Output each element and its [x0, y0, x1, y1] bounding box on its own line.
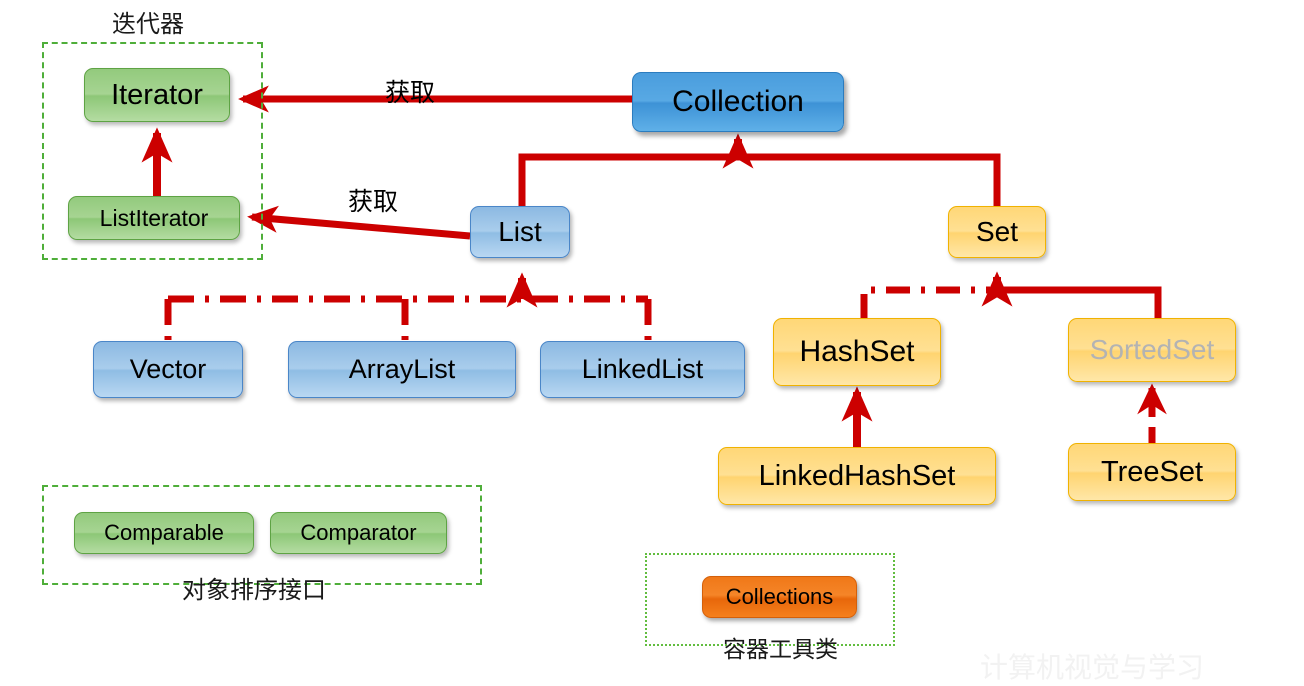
edge-set-to-collection — [738, 153, 1001, 206]
edge-label-collection-to-iterator: 获取 — [385, 78, 436, 107]
node-collection[interactable]: Collection — [632, 72, 844, 132]
node-linkedlist[interactable]: LinkedList — [540, 341, 745, 398]
node-vector[interactable]: Vector — [93, 341, 243, 398]
node-comparator[interactable]: Comparator — [270, 512, 447, 554]
edge-sortedset-to-set — [997, 286, 1162, 318]
group-caption-sorting-group: 对象排序接口 — [182, 576, 326, 604]
edge-list-to-listiterator — [247, 205, 471, 240]
node-hashset[interactable]: HashSet — [773, 318, 941, 386]
watermark-text: 计算机视觉与学习 — [980, 651, 1205, 684]
node-list[interactable]: List — [470, 206, 570, 258]
node-comparable[interactable]: Comparable — [74, 512, 254, 554]
node-iterator[interactable]: Iterator — [84, 68, 230, 122]
node-sortedset[interactable]: SortedSet — [1068, 318, 1236, 382]
group-caption-utility-group: 容器工具类 — [723, 637, 838, 663]
node-linkedhashset[interactable]: LinkedHashSet — [718, 447, 996, 505]
edge-label-list-to-listiterator: 获取 — [348, 187, 399, 216]
diagram-canvas: 计算机视觉与学习 迭代器 对象排序接口 容器工具类 Iterator ListI… — [0, 0, 1304, 684]
node-listiterator[interactable]: ListIterator — [68, 196, 240, 240]
node-arraylist[interactable]: ArrayList — [288, 341, 516, 398]
group-caption-iterator-group: 迭代器 — [112, 10, 184, 38]
edge-list-to-collection — [518, 153, 738, 206]
edge-hashset-to-set — [860, 286, 990, 318]
node-collections[interactable]: Collections — [702, 576, 857, 618]
node-set[interactable]: Set — [948, 206, 1046, 258]
node-treeset[interactable]: TreeSet — [1068, 443, 1236, 501]
